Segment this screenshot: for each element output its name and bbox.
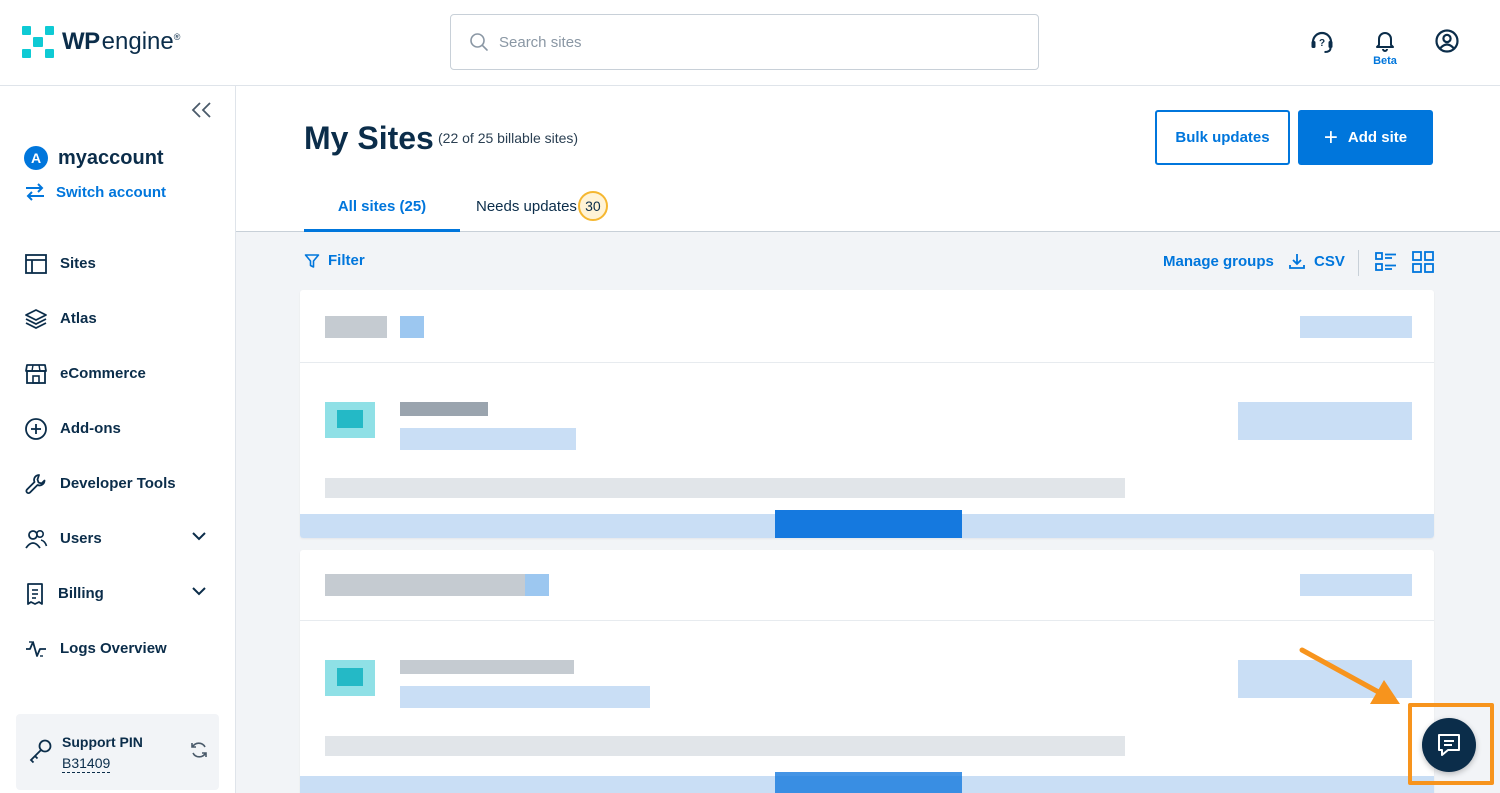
redacted-site-url[interactable] <box>400 428 576 450</box>
sidebar-item-add-ons[interactable]: Add-ons <box>0 401 235 456</box>
sidebar-item-label: Logs Overview <box>60 640 167 657</box>
sidebar-item-label: Users <box>60 530 102 547</box>
view-toggle-divider <box>1358 250 1359 276</box>
layers-icon <box>25 308 47 329</box>
list-view-icon[interactable] <box>1374 250 1398 274</box>
redacted-group-name <box>325 316 387 338</box>
card-divider <box>300 620 1434 621</box>
notifications-button[interactable]: Beta <box>1366 28 1404 67</box>
plus-icon: + <box>1323 123 1338 151</box>
support-pin-label: Support PIN <box>62 734 143 750</box>
account-header: A myaccount <box>24 146 164 170</box>
account-name: myaccount <box>58 146 164 169</box>
chevron-down-icon[interactable] <box>191 586 207 596</box>
search-box[interactable] <box>450 14 1039 70</box>
sidebar-item-sites[interactable]: Sites <box>0 236 235 291</box>
logs-icon <box>26 640 46 657</box>
tab-all-sites[interactable]: All sites (25) <box>304 198 460 232</box>
sites-tabs: All sites (25) Needs updates 30 <box>236 190 1500 232</box>
svg-text:?: ? <box>1319 38 1325 49</box>
redacted-group-action <box>1300 574 1412 596</box>
redacted-environment-button[interactable] <box>775 510 962 538</box>
sidebar-item-label: Add-ons <box>60 420 121 437</box>
support-pin-panel: Support PIN B31409 <box>16 714 219 790</box>
redacted-group-badge <box>525 574 549 596</box>
site-group-card[interactable] <box>300 550 1434 793</box>
wp-engine-logo-mark <box>22 26 54 58</box>
users-icon <box>25 529 48 549</box>
switch-account-label: Switch account <box>56 183 167 201</box>
annotation-arrow-icon <box>1299 647 1400 704</box>
bell-icon <box>1376 32 1394 52</box>
redacted-environment-button[interactable] <box>775 772 962 793</box>
grid-view-icon[interactable] <box>1411 250 1435 274</box>
sidebar-item-ecommerce[interactable]: eCommerce <box>0 346 235 401</box>
search-icon <box>470 33 488 51</box>
key-icon <box>29 739 52 764</box>
tab-needs-updates-label: Needs updates <box>476 198 577 215</box>
account-avatar: A <box>24 146 48 170</box>
switch-account-link[interactable]: Switch account <box>24 182 166 202</box>
support-headset-icon[interactable]: ? <box>1309 28 1335 54</box>
redacted-group-name <box>325 574 525 596</box>
csv-label: CSV <box>1314 252 1345 270</box>
redacted-site-meta <box>325 736 1125 756</box>
download-icon <box>1289 254 1305 269</box>
sites-icon <box>25 253 47 274</box>
redacted-site-status <box>1238 402 1412 440</box>
sidebar-item-label: Sites <box>60 255 96 272</box>
sidebar-item-atlas[interactable]: Atlas <box>0 291 235 346</box>
sidebar-item-logs-overview[interactable]: Logs Overview <box>0 621 235 676</box>
collapse-sidebar-icon[interactable] <box>190 100 214 120</box>
swap-arrows-icon <box>26 183 44 201</box>
refresh-icon[interactable] <box>189 740 209 760</box>
wp-engine-logo[interactable]: WP engine® <box>22 26 180 58</box>
manage-groups-link[interactable]: Manage groups <box>1163 253 1274 270</box>
bulk-updates-button[interactable]: Bulk updates <box>1155 110 1290 165</box>
add-site-label: Add site <box>1347 129 1408 146</box>
needs-updates-count-badge: 30 <box>577 191 608 221</box>
card-divider <box>300 362 1434 363</box>
sidebar-nav: Sites Atlas eCommerce Add-ons Developer … <box>0 236 235 676</box>
sidebar: A myaccount Switch account Sites Atlas e… <box>0 86 236 793</box>
site-group-card[interactable] <box>300 290 1434 538</box>
redacted-site-name <box>400 660 574 674</box>
add-site-button[interactable]: + Add site <box>1298 110 1433 165</box>
sidebar-item-label: Billing <box>58 585 104 602</box>
filter-icon <box>304 253 320 268</box>
redacted-site-thumbnail-core <box>337 668 363 686</box>
redacted-site-thumbnail-core <box>337 410 363 428</box>
wrench-icon <box>25 473 46 494</box>
store-icon <box>25 363 47 384</box>
chevron-down-icon[interactable] <box>191 531 207 541</box>
logo-text-wp: WP <box>62 28 100 55</box>
sidebar-item-users[interactable]: Users <box>0 511 235 566</box>
search-input[interactable] <box>499 33 999 51</box>
csv-download-button[interactable]: CSV <box>1288 252 1345 270</box>
billable-sites-count: (22 of 25 billable sites) <box>438 130 579 146</box>
beta-label: Beta <box>1373 55 1397 67</box>
top-bar: WP engine® ? Beta <box>0 0 1500 86</box>
sidebar-item-label: Atlas <box>60 310 97 327</box>
redacted-site-name <box>400 402 488 416</box>
page-title: My Sites <box>304 120 434 156</box>
redacted-group-action <box>1300 316 1412 338</box>
sidebar-item-billing[interactable]: Billing <box>0 566 235 621</box>
support-pin-value: B31409 <box>62 755 111 773</box>
sidebar-item-label: eCommerce <box>60 365 146 382</box>
tab-needs-updates[interactable]: Needs updates 30 <box>476 191 608 232</box>
filter-label: Filter <box>328 252 365 269</box>
sidebar-item-label: Developer Tools <box>60 475 176 492</box>
plus-circle-icon <box>25 417 47 440</box>
user-profile-icon[interactable] <box>1434 28 1460 54</box>
sidebar-item-developer-tools[interactable]: Developer Tools <box>0 456 235 511</box>
redacted-site-meta <box>325 478 1125 498</box>
chat-support-button[interactable] <box>1422 718 1476 772</box>
receipt-icon <box>27 582 43 605</box>
logo-text-engine: engine® <box>101 28 181 55</box>
redacted-group-badge <box>400 316 424 338</box>
chat-bubble-icon <box>1438 734 1460 756</box>
filter-button[interactable]: Filter <box>304 252 365 269</box>
redacted-site-url[interactable] <box>400 686 650 708</box>
